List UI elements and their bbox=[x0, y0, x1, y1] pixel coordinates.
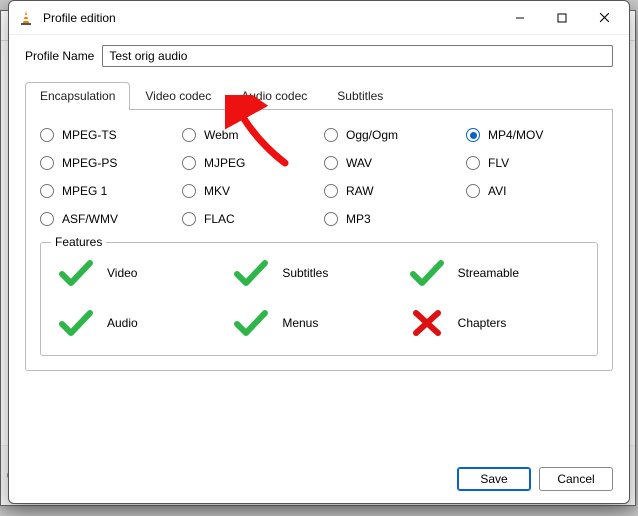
radio-icon bbox=[40, 156, 54, 170]
encapsulation-radio[interactable]: MP3 bbox=[324, 212, 456, 226]
encapsulation-radio[interactable]: ASF/WMV bbox=[40, 212, 172, 226]
encapsulation-radio[interactable]: MPEG 1 bbox=[40, 184, 172, 198]
radio-label: Webm bbox=[204, 128, 238, 142]
encapsulation-radio[interactable]: Webm bbox=[182, 128, 314, 142]
encapsulation-radio[interactable]: FLV bbox=[466, 156, 598, 170]
tab-video-codec[interactable]: Video codec bbox=[130, 82, 226, 110]
check-icon bbox=[234, 259, 268, 287]
radio-icon bbox=[324, 128, 338, 142]
radio-icon bbox=[466, 128, 480, 142]
tab-label: Audio codec bbox=[241, 89, 307, 103]
encapsulation-radio[interactable]: FLAC bbox=[182, 212, 314, 226]
check-icon bbox=[234, 309, 268, 337]
radio-icon bbox=[182, 212, 196, 226]
encapsulation-panel: MPEG-TS Webm Ogg/Ogm MP4/MOV MPEG-PS MJPEG WAV… bbox=[25, 110, 613, 371]
profile-name-input[interactable] bbox=[102, 45, 613, 67]
encapsulation-radio[interactable]: MP4/MOV bbox=[466, 128, 598, 142]
profile-name-label: Profile Name bbox=[25, 49, 94, 63]
radio-label: FLAC bbox=[204, 212, 235, 226]
feature-item: Menus bbox=[234, 309, 403, 337]
features-group: Features VideoSubtitlesStreamableAudioMe… bbox=[40, 242, 598, 356]
vlc-cone-icon bbox=[17, 9, 35, 27]
title-bar: Profile edition bbox=[9, 1, 629, 35]
radio-icon bbox=[466, 156, 480, 170]
encapsulation-options: MPEG-TS Webm Ogg/Ogm MP4/MOV MPEG-PS MJPEG WAV… bbox=[40, 128, 598, 226]
feature-label: Audio bbox=[107, 316, 138, 330]
radio-label: FLV bbox=[488, 156, 509, 170]
radio-icon bbox=[182, 156, 196, 170]
radio-label: MKV bbox=[204, 184, 230, 198]
radio-label: MP3 bbox=[346, 212, 371, 226]
tab-strip: Encapsulation Video codec Audio codec Su… bbox=[25, 81, 613, 110]
check-icon bbox=[59, 259, 93, 287]
feature-label: Menus bbox=[282, 316, 318, 330]
profile-edition-dialog: Profile edition Profile Name Encapsulati… bbox=[8, 0, 630, 504]
radio-label: MP4/MOV bbox=[488, 128, 543, 142]
feature-label: Streamable bbox=[458, 266, 519, 280]
radio-label: WAV bbox=[346, 156, 372, 170]
radio-label: ASF/WMV bbox=[62, 212, 118, 226]
radio-icon bbox=[324, 184, 338, 198]
window-title: Profile edition bbox=[43, 11, 499, 25]
button-label: Save bbox=[480, 472, 507, 486]
encapsulation-radio[interactable]: Ogg/Ogm bbox=[324, 128, 456, 142]
tab-label: Video codec bbox=[145, 89, 211, 103]
encapsulation-radio[interactable]: MJPEG bbox=[182, 156, 314, 170]
encapsulation-radio[interactable]: WAV bbox=[324, 156, 456, 170]
cancel-button[interactable]: Cancel bbox=[539, 467, 613, 491]
radio-label: RAW bbox=[346, 184, 374, 198]
feature-label: Video bbox=[107, 266, 137, 280]
tab-audio-codec[interactable]: Audio codec bbox=[226, 82, 322, 110]
radio-label: AVI bbox=[488, 184, 506, 198]
close-button[interactable] bbox=[583, 3, 625, 33]
feature-item: Audio bbox=[59, 309, 228, 337]
radio-icon bbox=[40, 184, 54, 198]
radio-icon bbox=[466, 184, 480, 198]
encapsulation-radio[interactable]: MPEG-PS bbox=[40, 156, 172, 170]
features-legend: Features bbox=[51, 235, 106, 249]
feature-label: Chapters bbox=[458, 316, 507, 330]
radio-label: MPEG 1 bbox=[62, 184, 107, 198]
radio-label: Ogg/Ogm bbox=[346, 128, 398, 142]
encapsulation-radio[interactable]: MKV bbox=[182, 184, 314, 198]
check-icon bbox=[59, 309, 93, 337]
minimize-button[interactable] bbox=[499, 3, 541, 33]
tab-subtitles[interactable]: Subtitles bbox=[322, 82, 398, 110]
radio-icon bbox=[40, 128, 54, 142]
maximize-button[interactable] bbox=[541, 3, 583, 33]
radio-icon bbox=[182, 184, 196, 198]
tab-label: Subtitles bbox=[337, 89, 383, 103]
feature-item: Chapters bbox=[410, 309, 579, 337]
tab-label: Encapsulation bbox=[40, 89, 115, 103]
radio-label: MPEG-PS bbox=[62, 156, 117, 170]
button-label: Cancel bbox=[557, 472, 594, 486]
radio-label: MPEG-TS bbox=[62, 128, 117, 142]
feature-item: Streamable bbox=[410, 259, 579, 287]
check-icon bbox=[410, 259, 444, 287]
encapsulation-radio[interactable]: MPEG-TS bbox=[40, 128, 172, 142]
radio-label: MJPEG bbox=[204, 156, 245, 170]
cross-icon bbox=[410, 309, 444, 337]
radio-icon bbox=[324, 156, 338, 170]
feature-label: Subtitles bbox=[282, 266, 328, 280]
feature-item: Subtitles bbox=[234, 259, 403, 287]
radio-icon bbox=[182, 128, 196, 142]
encapsulation-radio[interactable]: RAW bbox=[324, 184, 456, 198]
save-button[interactable]: Save bbox=[457, 467, 531, 491]
tab-encapsulation[interactable]: Encapsulation bbox=[25, 82, 130, 110]
feature-item: Video bbox=[59, 259, 228, 287]
radio-icon bbox=[324, 212, 338, 226]
encapsulation-radio[interactable]: AVI bbox=[466, 184, 598, 198]
radio-icon bbox=[40, 212, 54, 226]
